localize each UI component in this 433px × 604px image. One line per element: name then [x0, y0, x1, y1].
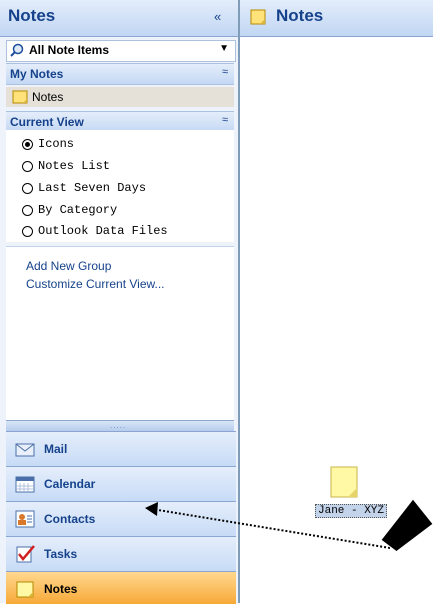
tasks-icon [16, 545, 35, 563]
calendar-button[interactable]: Calendar [6, 466, 236, 501]
view-option-label: Notes List [38, 159, 111, 173]
tasks-button[interactable]: Tasks [6, 536, 236, 571]
notes-icon [250, 9, 266, 25]
search-folder-icon [10, 43, 24, 57]
calendar-button-label: Calendar [44, 477, 96, 491]
folder-item-notes[interactable]: Notes [6, 87, 234, 107]
notes-icon [16, 581, 34, 598]
view-option-label: By Category [38, 203, 118, 217]
radio-icon[interactable] [22, 183, 33, 194]
notes-button-label: Notes [44, 582, 78, 596]
customize-current-view-link[interactable]: Customize Current View... [26, 277, 165, 291]
calendar-icon [15, 476, 35, 493]
folder-item-label: Notes [32, 90, 64, 104]
collapse-pane-button[interactable]: « [214, 9, 221, 24]
content-title: Notes [276, 6, 324, 25]
contacts-button[interactable]: Contacts [6, 501, 236, 536]
nav-header: Notes « [0, 0, 238, 37]
mail-button-label: Mail [44, 442, 68, 456]
chevron-down-icon: ▼ [219, 43, 229, 54]
notes-icon [12, 90, 28, 104]
radio-selected-icon[interactable] [22, 139, 33, 150]
note-item[interactable]: Jane - XYZ [315, 466, 388, 524]
my-notes-header[interactable]: My Notes ≈ [6, 63, 234, 85]
view-option-label: Last Seven Days [38, 181, 147, 195]
my-notes-title: My Notes [10, 67, 64, 81]
notes-button[interactable]: Notes [6, 571, 236, 604]
tasks-button-label: Tasks [44, 547, 78, 561]
current-view-title: Current View [10, 115, 84, 129]
outlook-notes-window: Notes « All Note Items ▼ My Notes ≈ Note… [0, 0, 433, 604]
current-view-options: Icons Notes List Last Seven Days By Cate… [6, 130, 234, 242]
dropdown-label: All Note Items [29, 43, 110, 57]
pane-splitter[interactable]: ..... [6, 420, 234, 431]
radio-icon[interactable] [22, 226, 33, 237]
contacts-icon [15, 510, 35, 528]
pane-links: Add New Group Customize Current View... [6, 246, 234, 421]
view-option-label: Icons [38, 137, 75, 151]
note-icon [330, 466, 358, 498]
nav-title: Notes [8, 6, 56, 25]
note-items-dropdown[interactable]: All Note Items ▼ [6, 40, 236, 62]
mail-icon [15, 443, 35, 457]
radio-icon[interactable] [22, 161, 33, 172]
navigation-pane: Notes « All Note Items ▼ My Notes ≈ Note… [0, 0, 239, 604]
radio-icon[interactable] [22, 205, 33, 216]
note-label: Jane - XYZ [315, 504, 388, 518]
contacts-button-label: Contacts [44, 512, 96, 526]
add-new-group-link[interactable]: Add New Group [26, 259, 111, 273]
mail-button[interactable]: Mail [6, 431, 236, 466]
content-header: Notes [240, 0, 433, 37]
splitter-grip: ..... [110, 421, 127, 430]
collapse-section-icon: ≈ [221, 66, 228, 78]
collapse-section-icon: ≈ [221, 114, 228, 126]
view-option-label: Outlook Data Files [38, 224, 168, 238]
